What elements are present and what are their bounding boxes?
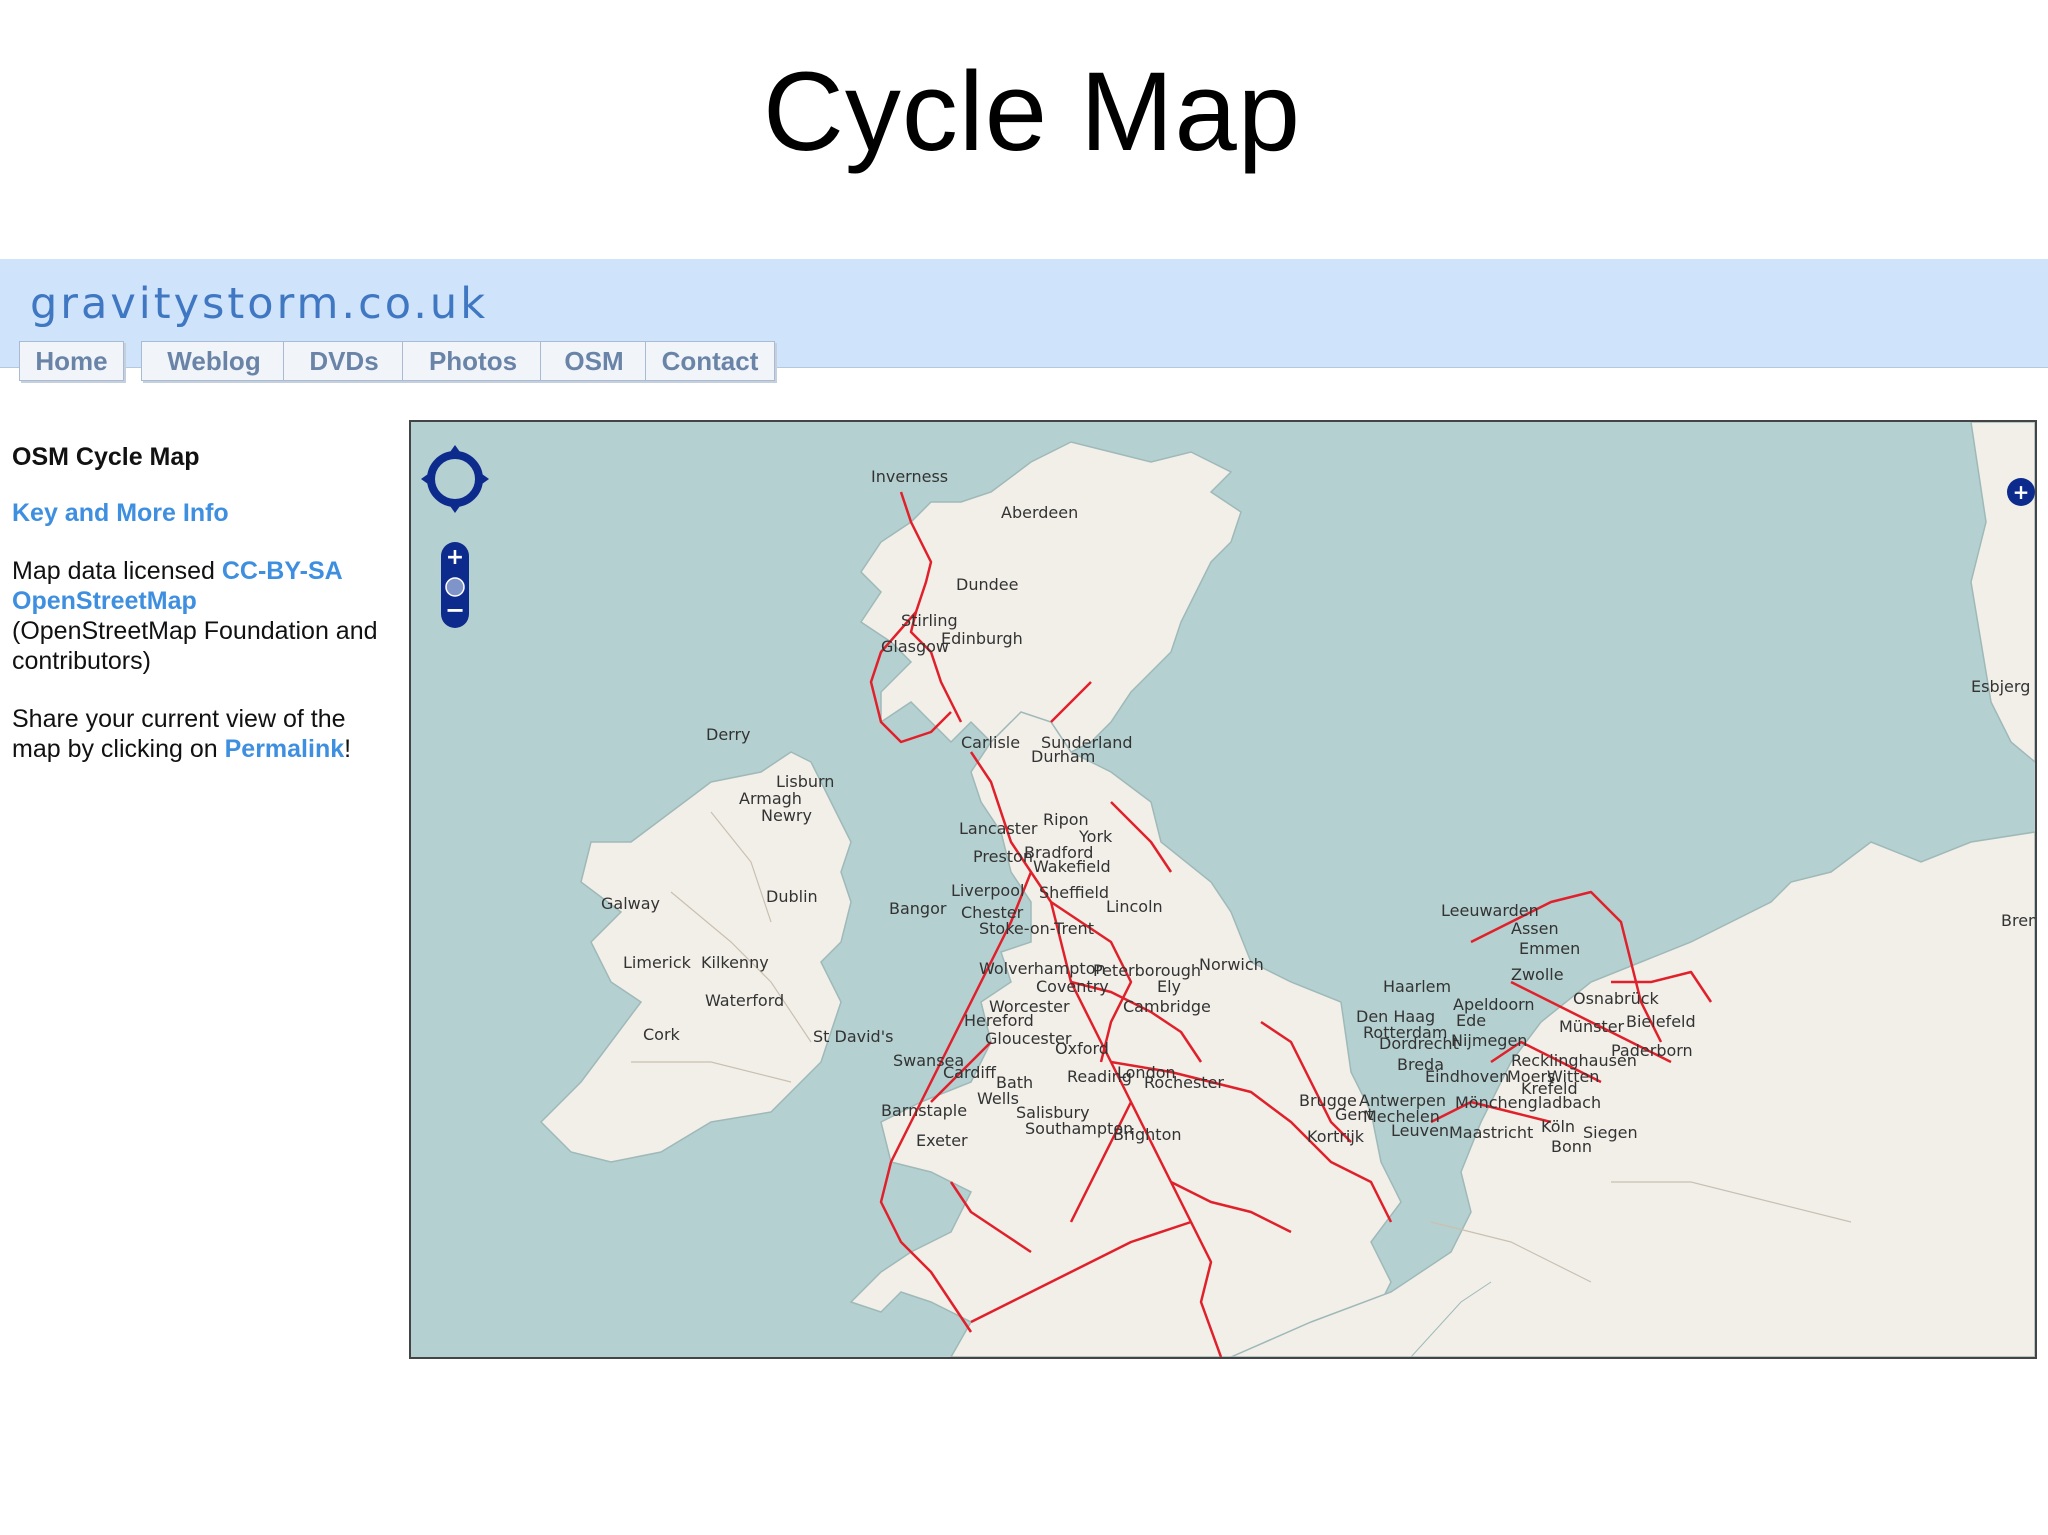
city-label: Leuven — [1391, 1121, 1449, 1140]
license-suffix: (OpenStreetMap Foundation and contributo… — [12, 617, 378, 675]
city-label: Cardiff — [943, 1063, 997, 1082]
nav-tab-osm[interactable]: OSM — [540, 341, 648, 381]
city-label: Edinburgh — [941, 629, 1023, 648]
city-label: Ede — [1456, 1011, 1486, 1030]
city-label: Wolverhampton — [979, 959, 1106, 978]
map-canvas[interactable]: Inverness Aberdeen Dundee Stirling Edinb… — [411, 422, 2035, 1357]
nav-tab-dvds[interactable]: DVDs — [283, 341, 405, 381]
city-label: Lancaster — [959, 819, 1038, 838]
nav-tab-contact[interactable]: Contact — [645, 341, 775, 381]
city-label: Haarlem — [1383, 977, 1451, 996]
city-label: Zwolle — [1511, 965, 1564, 984]
zoom-out-icon[interactable]: − — [445, 596, 465, 624]
city-label: Dundee — [956, 575, 1018, 594]
city-label: Barnstaple — [881, 1101, 967, 1120]
city-label: Münster — [1559, 1017, 1625, 1036]
city-label: Aberdeen — [1001, 503, 1078, 522]
city-label: Stirling — [901, 611, 958, 630]
zoom-control[interactable]: + − — [441, 542, 469, 628]
city-label: Maastricht — [1449, 1123, 1533, 1142]
openstreetmap-link[interactable]: OpenStreetMap — [12, 587, 197, 615]
city-label: Oxford — [1055, 1039, 1109, 1058]
city-label: Limerick — [623, 953, 692, 972]
city-label: Sheffield — [1039, 883, 1109, 902]
map-viewport[interactable]: Inverness Aberdeen Dundee Stirling Edinb… — [409, 420, 2037, 1359]
city-label: Peterborough — [1093, 961, 1201, 980]
city-label: Wakefield — [1033, 857, 1111, 876]
city-label: Brighton — [1113, 1125, 1182, 1144]
city-label: Stoke-on-Trent — [979, 919, 1094, 938]
city-label: Carlisle — [961, 733, 1020, 752]
site-logo-text[interactable]: gravitystorm.co.uk — [30, 279, 488, 329]
share-suffix: ! — [344, 735, 352, 763]
zoom-in-icon[interactable]: + — [446, 545, 464, 570]
land-denmark — [1970, 422, 2035, 763]
land-england-wales — [849, 711, 1402, 1357]
city-label: St David's — [813, 1027, 893, 1046]
city-label: Durham — [1031, 747, 1095, 766]
city-label: Inverness — [871, 467, 948, 486]
slide-title: Cycle Map — [762, 49, 1302, 174]
city-label: Esbjerg — [1971, 677, 2030, 696]
city-label: Bonn — [1551, 1137, 1592, 1156]
zoom-world-icon[interactable] — [445, 577, 465, 597]
city-label: Nijmegen — [1451, 1031, 1527, 1050]
city-label: Newry — [761, 806, 812, 825]
city-label: Kortrijk — [1307, 1127, 1365, 1146]
city-label: Wells — [977, 1089, 1019, 1108]
city-label: Dordrecht — [1379, 1034, 1459, 1053]
permalink-link[interactable]: Permalink — [225, 735, 345, 763]
city-label: Osnabrück — [1573, 989, 1660, 1008]
city-label: Emmen — [1519, 939, 1580, 958]
city-label: Köln — [1541, 1117, 1575, 1136]
cc-by-sa-link[interactable]: CC-BY-SA — [222, 557, 343, 585]
city-label: Bangor — [889, 899, 947, 918]
city-label: Waterford — [705, 991, 784, 1010]
nav-tab-photos[interactable]: Photos — [402, 341, 544, 381]
city-label: Rochester — [1144, 1073, 1224, 1092]
license-text: Map data licensed CC-BY-SA OpenStreetMap… — [12, 556, 382, 676]
city-label: Eindhoven — [1425, 1067, 1509, 1086]
city-label: Assen — [1511, 919, 1559, 938]
city-label: Kilkenny — [701, 953, 769, 972]
nav-tab-home[interactable]: Home — [19, 341, 124, 381]
city-label: Bremen — [2001, 911, 2035, 930]
city-label: Coventry — [1036, 977, 1109, 996]
key-info-link[interactable]: Key and More Info — [12, 499, 229, 527]
city-label: Glasgow — [881, 637, 949, 656]
city-label: Mönchengladbach — [1455, 1093, 1601, 1112]
city-label: Leeuwarden — [1441, 901, 1539, 920]
city-label: Hereford — [964, 1011, 1034, 1030]
city-label: Derry — [706, 725, 751, 744]
land-scotland — [859, 441, 1242, 753]
city-label: Cork — [643, 1025, 681, 1044]
layer-switcher-button[interactable]: + — [2007, 478, 2035, 506]
pan-control[interactable] — [421, 445, 489, 513]
city-label: Lincoln — [1106, 897, 1163, 916]
city-label: Liverpool — [951, 881, 1024, 900]
city-label: Bielefeld — [1626, 1012, 1696, 1031]
city-label: Dublin — [766, 887, 818, 906]
city-label: Norwich — [1199, 955, 1264, 974]
city-label: Galway — [601, 894, 660, 913]
license-prefix: Map data licensed — [12, 557, 222, 585]
city-label: Exeter — [916, 1131, 968, 1150]
city-label: Ely — [1157, 977, 1181, 996]
share-text: Share your current view of the map by cl… — [12, 704, 382, 764]
layer-switcher-plus-icon[interactable]: + — [2013, 480, 2030, 504]
city-label: Cambridge — [1123, 997, 1211, 1016]
sidebar-heading: OSM Cycle Map — [12, 443, 200, 471]
nav-tab-weblog[interactable]: Weblog — [141, 341, 287, 381]
